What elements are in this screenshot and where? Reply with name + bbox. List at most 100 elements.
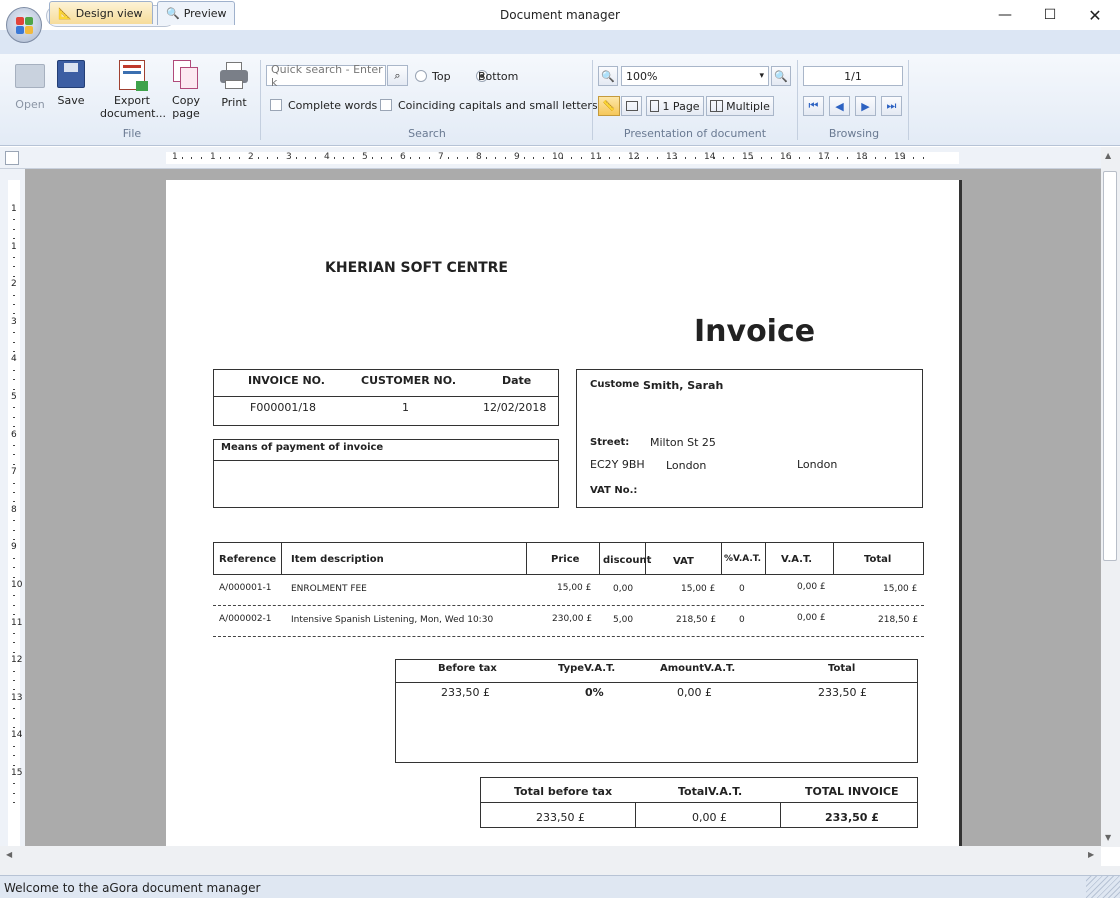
ruler-tick <box>13 727 15 728</box>
complete-words-checkbox[interactable] <box>270 99 282 111</box>
next-page-button[interactable]: ▶ <box>855 96 876 116</box>
print-button[interactable]: Print <box>216 60 252 109</box>
quick-search-input[interactable]: Quick search - Enter k <box>266 63 386 89</box>
ruler-tick <box>13 332 15 334</box>
binoculars-search-button[interactable]: ⌕ <box>387 65 408 86</box>
multiple-pages-button[interactable]: Multiple <box>706 96 774 116</box>
save-button[interactable]: Save <box>54 60 88 107</box>
ruler-tick <box>13 313 15 315</box>
ruler-tick <box>305 157 306 159</box>
scroll-right-icon[interactable]: ▶ <box>1088 850 1094 859</box>
coinciding-case-checkbox[interactable] <box>380 99 392 111</box>
ruler-tick <box>761 157 762 159</box>
resize-grip[interactable] <box>1086 876 1120 898</box>
col-vat: VAT <box>673 556 694 567</box>
open-button[interactable]: Open <box>12 60 48 111</box>
zoom-out-button[interactable]: 🔍 <box>598 66 618 86</box>
ruler-tick-label: 1 <box>210 152 216 162</box>
col-discount: discount <box>603 555 652 566</box>
col-price: Price <box>551 554 580 565</box>
ruler-tick <box>723 157 724 159</box>
scroll-up-icon[interactable]: ▲ <box>1105 151 1111 160</box>
ruler-tick <box>13 407 15 409</box>
col-reference: Reference <box>219 554 277 565</box>
first-page-icon: ⏮ <box>808 99 819 112</box>
one-page-button[interactable]: 1 Page <box>646 96 704 116</box>
invoice-title: Invoice <box>694 314 816 349</box>
spacer <box>0 866 1120 875</box>
item-total: 15,00 £ <box>883 584 918 594</box>
maximize-button[interactable]: ☐ <box>1027 0 1073 30</box>
ruler-toggle-button[interactable]: 📏 <box>598 96 620 116</box>
first-page-button[interactable]: ⏮ <box>803 96 824 116</box>
scroll-left-icon[interactable]: ◀ <box>6 850 12 859</box>
ruler-tick <box>533 157 534 159</box>
top-radio[interactable] <box>415 70 427 82</box>
scroll-down-icon[interactable]: ▼ <box>1105 833 1111 842</box>
ruler-tick <box>13 492 15 493</box>
binoculars-icon: ⌕ <box>394 68 401 82</box>
col-vat-amount: V.A.T. <box>781 554 813 565</box>
tax-total-value: 233,50 £ <box>818 686 867 699</box>
ruler-tick <box>13 764 15 766</box>
page-number-field[interactable]: 1/1 <box>803 66 903 86</box>
chevron-down-icon: ▾ <box>759 71 764 81</box>
ruler-tick <box>485 157 487 159</box>
last-page-button[interactable]: ⏭ <box>881 96 902 116</box>
export-document-button[interactable]: Export document... <box>98 60 166 120</box>
ruler-tick <box>257 157 259 159</box>
file-group-label: File <box>122 127 142 140</box>
tax-type-header: TypeV.A.T. <box>558 663 616 674</box>
tax-before-header: Before tax <box>438 663 497 674</box>
ruler-tick-label: 13 <box>11 692 23 703</box>
customer-no-value: 1 <box>402 401 409 414</box>
vertical-scrollbar[interactable]: ▲ ▼ <box>1101 147 1120 847</box>
ruler-tick <box>13 416 15 418</box>
ruler-tick <box>352 157 354 159</box>
ruler-tick <box>865 157 867 159</box>
ruler-tick-label: 4 <box>11 354 17 365</box>
ruler-tick <box>713 157 715 159</box>
ruler-tick-label: 6 <box>400 152 406 162</box>
ruler-tick <box>13 482 15 484</box>
zoom-select[interactable]: 100% ▾ <box>621 66 769 86</box>
coinciding-case-label: Coinciding capitals and small letters <box>398 99 598 112</box>
ruler-tick <box>343 157 344 159</box>
close-button[interactable]: ✕ <box>1072 0 1118 30</box>
ribbon-tabs <box>0 30 1120 54</box>
previous-page-button[interactable]: ◀ <box>829 96 850 116</box>
ruler-tick-label: 12 <box>11 655 23 666</box>
postcode-value: EC2Y 9BH <box>590 458 645 471</box>
vertical-scroll-thumb[interactable] <box>1103 171 1117 561</box>
top-radio-label: Top <box>432 70 451 83</box>
ruler-tick <box>13 454 15 456</box>
ruler-tick-label: 9 <box>514 152 520 162</box>
item-vat: 218,50 £ <box>676 615 717 625</box>
design-view-icon: 📐 <box>58 6 72 20</box>
browsing-group-label: Browsing <box>828 127 880 140</box>
sidebar-toggle-button[interactable] <box>621 96 642 116</box>
minimize-button[interactable]: — <box>982 0 1028 30</box>
ruler-tick <box>495 157 496 159</box>
ruler-tick <box>523 157 525 159</box>
open-folder-icon <box>15 64 45 88</box>
tab-preview[interactable]: 🔍 Preview <box>157 1 235 25</box>
zoom-in-button[interactable]: 🔍 <box>771 66 791 86</box>
ruler-tick-label: 6 <box>11 429 17 440</box>
ruler-tick <box>13 529 15 531</box>
horizontal-ruler: 1 1 2 3 4 5 6 7 8 9 10 11 12 13 14 15 16 17 18 19 <box>166 152 959 164</box>
complete-words-label: Complete words <box>288 99 378 112</box>
ruler-tick <box>580 157 582 159</box>
invoice-no-header: INVOICE NO. <box>248 374 325 387</box>
application-menu-button[interactable] <box>6 7 42 43</box>
copy-page-button[interactable]: Copy page <box>168 60 204 120</box>
item-vat-amount: 0,00 £ <box>797 582 826 592</box>
ruler-tick <box>457 157 458 159</box>
tab-design-view[interactable]: 📐 Design view <box>49 1 153 24</box>
ruler-icon: 📏 <box>602 100 616 112</box>
horizontal-scrollbar[interactable]: ◀ ▶ <box>0 846 1101 866</box>
ruler-tick <box>13 745 15 747</box>
ruler-tick <box>13 557 15 559</box>
col-total: Total <box>864 554 892 565</box>
ruler-tick <box>13 604 15 606</box>
